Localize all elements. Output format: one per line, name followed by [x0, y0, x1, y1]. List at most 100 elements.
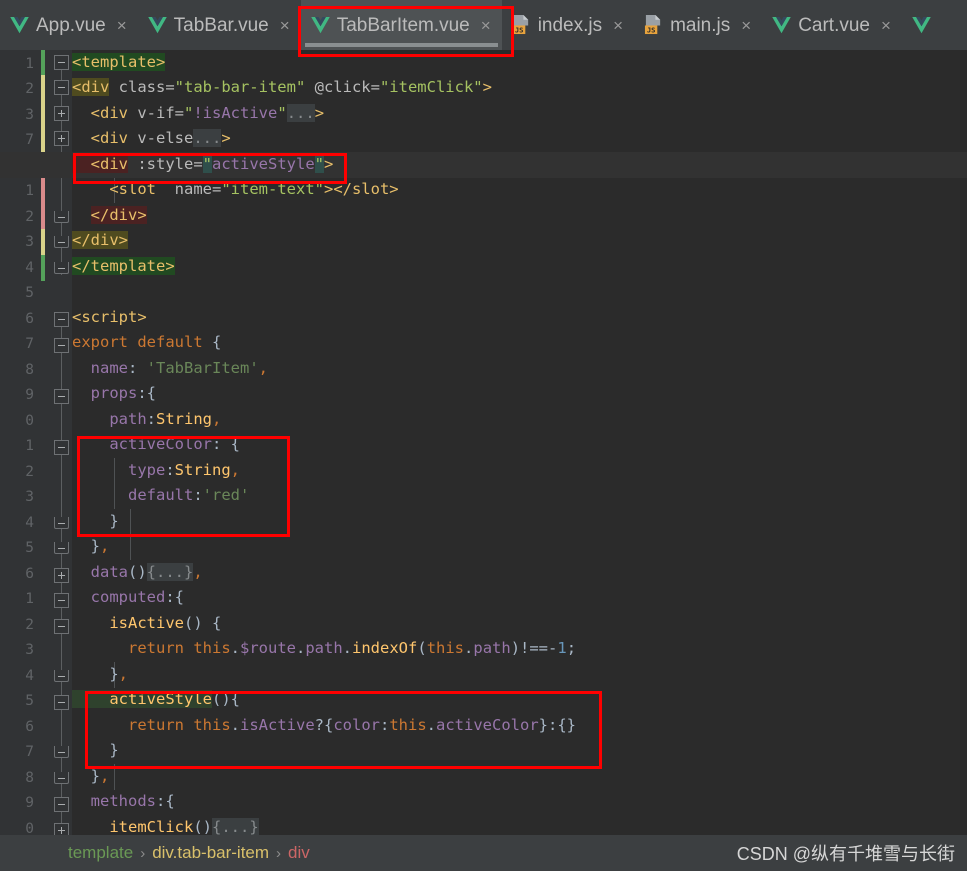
- vue-icon: [10, 16, 29, 33]
- line-number: 2: [25, 464, 34, 480]
- fold-end[interactable]: [54, 670, 69, 682]
- tab-app-vue[interactable]: App.vue ×: [0, 0, 138, 50]
- code-content[interactable]: <template> <div class="tab-bar-item" @cl…: [0, 50, 967, 835]
- fold-end[interactable]: [54, 517, 69, 529]
- tab-cart-vue[interactable]: Cart.vue ×: [762, 0, 902, 50]
- tab-close-icon[interactable]: ×: [881, 17, 891, 34]
- tab-tabbar-vue[interactable]: TabBar.vue ×: [138, 0, 301, 50]
- code-line: default:'red': [72, 486, 250, 504]
- line-number: 6: [25, 566, 34, 582]
- vcs-change-bar-green: [41, 50, 45, 75]
- tab-label: TabBarItem.vue: [336, 14, 470, 36]
- code-line: </div>: [72, 231, 128, 249]
- fold-end[interactable]: [54, 262, 69, 274]
- code-line: activeColor: {: [72, 435, 240, 453]
- code-line: </div>: [90, 206, 147, 224]
- breadcrumb-item-template[interactable]: template: [62, 843, 139, 863]
- js-icon: JS: [512, 15, 528, 35]
- fold-end[interactable]: [54, 211, 69, 223]
- fold-toggle[interactable]: [54, 440, 69, 455]
- tab-close-icon[interactable]: ×: [481, 17, 491, 34]
- tab-overflow-partial[interactable]: [902, 0, 949, 50]
- svg-text:JS: JS: [515, 26, 524, 35]
- fold-expand[interactable]: [54, 823, 69, 835]
- line-number: 3: [25, 107, 34, 123]
- code-line: name: 'TabBarItem',: [72, 359, 268, 377]
- tab-tabbaritem-vue[interactable]: TabBarItem.vue ×: [300, 0, 502, 50]
- fold-end[interactable]: [54, 236, 69, 248]
- line-number: 2: [25, 617, 34, 633]
- line-number: 0: [25, 413, 34, 429]
- tab-label: TabBar.vue: [173, 14, 269, 36]
- line-number: 1: [25, 56, 34, 72]
- tab-label: App.vue: [36, 14, 106, 36]
- fold-expand[interactable]: [54, 568, 69, 583]
- tab-close-icon[interactable]: ×: [613, 17, 623, 34]
- fold-toggle[interactable]: [54, 312, 69, 327]
- fold-toggle[interactable]: [54, 338, 69, 353]
- code-line: },: [72, 767, 110, 785]
- breadcrumb-item-div-tab-bar-item[interactable]: div.tab-bar-item: [146, 843, 275, 863]
- fold-toggle[interactable]: [54, 55, 69, 70]
- code-line-current: <div :style="activeStyle">: [0, 152, 967, 178]
- code-line: <div class="tab-bar-item" @click="itemCl…: [72, 78, 492, 96]
- breadcrumb-item-div[interactable]: div: [282, 843, 316, 863]
- tab-main-js[interactable]: JS main.js ×: [634, 0, 762, 50]
- tab-close-icon[interactable]: ×: [280, 17, 290, 34]
- tab-index-js[interactable]: JS index.js ×: [502, 0, 634, 50]
- ide-window: App.vue × TabBar.vue × TabBarItem.vue ×: [0, 0, 967, 871]
- vcs-change-bar-green-2: [41, 255, 45, 281]
- fold-toggle[interactable]: [54, 797, 69, 812]
- fold-toggle[interactable]: [54, 593, 69, 608]
- fold-end[interactable]: [54, 542, 69, 554]
- code-line: data(){...},: [72, 563, 203, 581]
- line-number: 8: [25, 770, 34, 786]
- code-line: return this.isActive?{color:this.activeC…: [72, 716, 576, 734]
- line-number: 9: [25, 795, 34, 811]
- tab-close-icon[interactable]: ×: [741, 17, 751, 34]
- fold-toggle[interactable]: [54, 80, 69, 95]
- fold-expand[interactable]: [54, 131, 69, 146]
- vue-icon: [772, 16, 791, 33]
- line-number: 3: [25, 489, 34, 505]
- line-number: 0: [25, 821, 34, 835]
- code-line: <slot name="item-text"></slot>: [72, 180, 399, 198]
- code-line: }: [72, 512, 119, 530]
- tab-label: Cart.vue: [798, 14, 870, 36]
- line-number: 1: [25, 591, 34, 607]
- code-line: activeStyle(){: [72, 690, 240, 708]
- breadcrumb-bar: template › div.tab-bar-item › div CSDN @…: [0, 835, 967, 871]
- fold-toggle[interactable]: [54, 695, 69, 710]
- tab-label: index.js: [537, 14, 603, 36]
- code-line: <script>: [72, 308, 147, 326]
- indent-guide: [114, 764, 115, 790]
- active-tab-underline: [304, 43, 498, 47]
- chevron-right-icon: ›: [140, 844, 146, 862]
- line-number: 5: [25, 540, 34, 556]
- code-editor[interactable]: 1 2 3 7 0 1 2 3 4 5 6 7 8 9 0 1 2 3 4 5 …: [0, 50, 967, 835]
- code-line: methods:{: [72, 792, 175, 810]
- tab-close-icon[interactable]: ×: [117, 17, 127, 34]
- line-number: 9: [25, 387, 34, 403]
- code-line: itemClick(){...}: [72, 818, 259, 835]
- code-line: props:{: [72, 384, 156, 402]
- code-line: }: [72, 741, 119, 759]
- line-number: 2: [25, 209, 34, 225]
- line-number: 4: [25, 668, 34, 684]
- indent-guide: [130, 509, 131, 560]
- fold-toggle[interactable]: [54, 619, 69, 634]
- code-line: <div v-else...>: [72, 129, 231, 147]
- code-line: isActive() {: [72, 614, 222, 632]
- fold-toggle[interactable]: [54, 389, 69, 404]
- fold-end[interactable]: [54, 772, 69, 784]
- fold-end[interactable]: [54, 746, 69, 758]
- line-number: 8: [25, 362, 34, 378]
- line-number: 1: [25, 438, 34, 454]
- line-number: 1: [25, 183, 34, 199]
- code-line: <div v-if="!isActive"...>: [72, 104, 325, 122]
- line-number: 6: [25, 311, 34, 327]
- fold-expand[interactable]: [54, 106, 69, 121]
- line-number: 6: [25, 719, 34, 735]
- line-number: 5: [25, 693, 34, 709]
- vue-icon: [912, 16, 931, 33]
